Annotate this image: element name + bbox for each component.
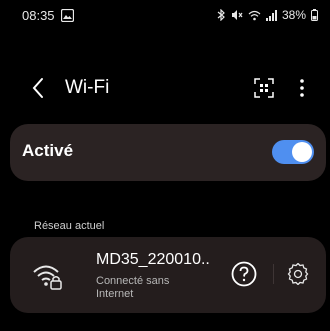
battery-icon: [311, 9, 318, 21]
network-help-button[interactable]: [230, 260, 258, 288]
wifi-icon: [248, 10, 261, 21]
image-icon: [60, 8, 74, 22]
qr-scan-button[interactable]: [252, 76, 276, 100]
help-icon: [231, 261, 257, 287]
back-button[interactable]: [26, 76, 50, 100]
bluetooth-icon: [217, 9, 226, 21]
status-left: 08:35: [22, 8, 74, 23]
more-vert-icon: [300, 79, 304, 97]
switch-knob: [292, 142, 312, 162]
wifi-switch[interactable]: [272, 140, 314, 164]
status-bar: 08:35 38%: [0, 0, 330, 30]
status-time: 08:35: [22, 7, 55, 23]
current-network-item[interactable]: MD35_220010.. Connecté sans Internet: [10, 237, 326, 313]
section-current-network-label: Réseau actuel: [34, 220, 105, 232]
wifi-toggle-row[interactable]: Activé: [10, 124, 326, 181]
mute-icon: [231, 9, 243, 21]
status-right: 38%: [217, 8, 318, 22]
qr-scan-icon: [254, 78, 274, 98]
app-bar: Wi-Fi: [0, 68, 330, 108]
wifi-toggle-label: Activé: [22, 141, 74, 160]
divider: [273, 264, 274, 284]
signal-icon: [265, 9, 277, 21]
network-name: MD35_220010..: [96, 251, 210, 268]
more-options-button[interactable]: [294, 76, 310, 100]
settings-icon: [287, 263, 309, 285]
page-title: Wi-Fi: [65, 77, 110, 98]
wifi-locked-icon: [32, 261, 64, 291]
battery-percent: 38%: [281, 8, 306, 22]
back-icon: [32, 78, 43, 98]
network-settings-button[interactable]: [286, 262, 310, 286]
network-status: Connecté sans Internet: [96, 275, 170, 300]
